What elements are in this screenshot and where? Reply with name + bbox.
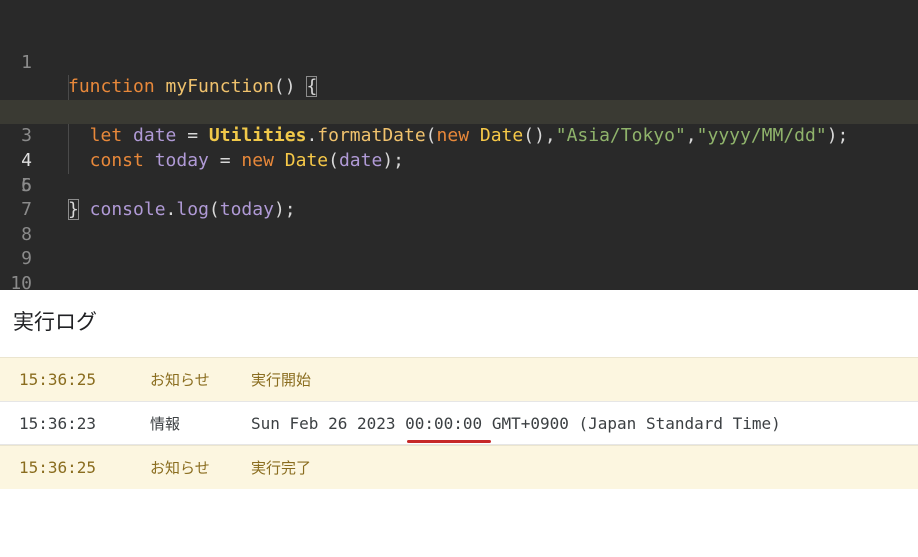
- code-line-4[interactable]: 4: [0, 99, 918, 171]
- log-title: 実行ログ: [13, 310, 97, 334]
- code-line-8[interactable]: 8: [0, 198, 918, 245]
- code-editor[interactable]: 1 function myFunction() { 2 let date = U…: [0, 0, 918, 290]
- code-line-1[interactable]: 1 function myFunction() {: [0, 26, 918, 98]
- code-line-7[interactable]: 7: [0, 174, 918, 220]
- code-line-11[interactable]: 11: [0, 272, 918, 290]
- time-underline-annotation: [407, 440, 491, 443]
- log-message: 実行開始: [251, 371, 312, 389]
- code-line-6[interactable]: 6 }: [0, 149, 918, 221]
- code-line-5[interactable]: 5 console.log(today);: [0, 124, 918, 220]
- code-line-3[interactable]: 3 const today = new Date(date);: [0, 75, 918, 171]
- code-line-10[interactable]: 10: [0, 247, 918, 290]
- log-level: お知らせ: [150, 459, 210, 477]
- log-level: お知らせ: [150, 371, 210, 389]
- log-row: 15:36:25 お知らせ 実行開始: [0, 357, 918, 401]
- code-line-9[interactable]: 9: [0, 223, 918, 269]
- log-time: 15:36:23: [19, 414, 97, 433]
- code-line-2[interactable]: 2 let date = Utilities.formatDate(new Da…: [0, 51, 918, 146]
- log-row: 15:36:25 お知らせ 実行完了: [0, 445, 918, 489]
- log-time: 15:36:25: [19, 458, 97, 477]
- log-time: 15:36:25: [19, 370, 97, 389]
- log-message: 実行完了: [251, 459, 312, 477]
- execution-log-panel: 実行ログ 15:36:25 お知らせ 実行開始 15:36:23 情報 Sun …: [0, 290, 918, 557]
- log-level: 情報: [150, 415, 181, 433]
- log-row: 15:36:23 情報 Sun Feb 26 2023 00:00:00 GMT…: [0, 401, 918, 445]
- log-message: Sun Feb 26 2023 00:00:00 GMT+0900 (Japan…: [251, 414, 781, 433]
